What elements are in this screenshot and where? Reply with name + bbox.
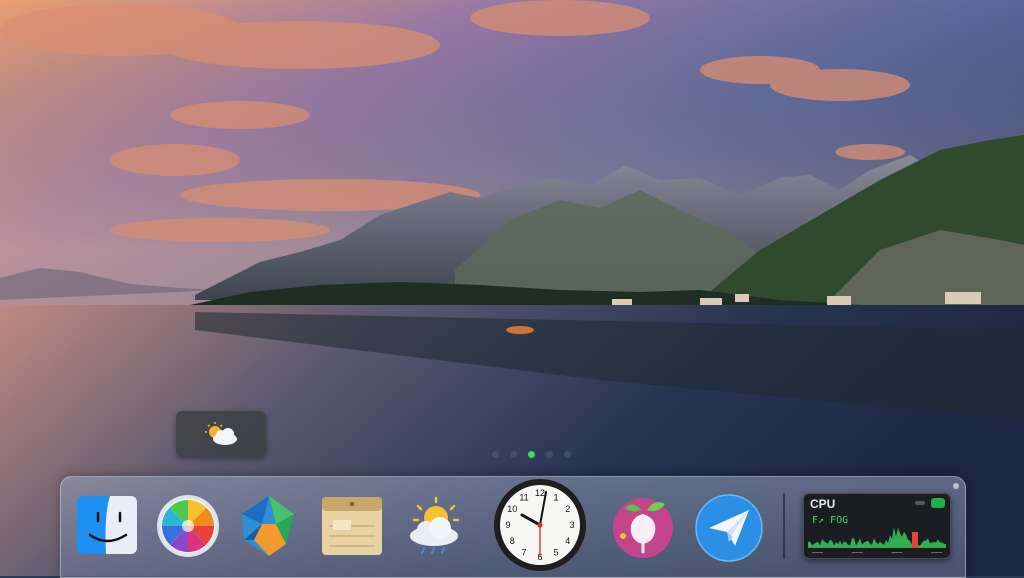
finder-icon — [77, 496, 137, 554]
partly-cloudy-icon — [205, 422, 237, 445]
clock-numeral: 2 — [565, 504, 570, 514]
dock-item-notes[interactable] — [321, 496, 383, 560]
cpu-footer-label: ——— — [851, 549, 863, 556]
dock-item-photos[interactable] — [156, 494, 220, 558]
weather-icon — [410, 496, 460, 554]
page-dot[interactable] — [564, 450, 571, 458]
clock-numeral: 4 — [565, 536, 570, 546]
clock-icon: 121234567891011 — [494, 479, 586, 571]
page-dot[interactable] — [546, 450, 553, 458]
gem-icon — [242, 496, 294, 556]
dock-item-gem-app[interactable] — [236, 494, 302, 558]
page-dot[interactable] — [510, 450, 517, 458]
clock-numeral: 3 — [569, 520, 574, 530]
clock-numeral: 7 — [521, 548, 526, 558]
color-wheel-icon — [157, 495, 219, 557]
clock-numeral: 5 — [553, 548, 558, 558]
cpu-footer-label: ——— — [931, 549, 942, 556]
dock-item-send-app[interactable] — [695, 494, 763, 562]
weather-widget[interactable] — [176, 411, 266, 457]
cpu-toggle-control[interactable] — [915, 501, 925, 505]
cpu-title: CPU — [810, 497, 836, 511]
cpu-footer: ——— ——— ——— ——— — [812, 549, 942, 556]
clock-numeral: 8 — [510, 536, 515, 546]
dock-separator — [783, 493, 785, 559]
paper-plane-icon — [695, 494, 763, 562]
dock-indicator-dot — [953, 483, 959, 489]
cpu-footer-label: ——— — [812, 549, 823, 556]
clock-numeral: 10 — [507, 504, 517, 514]
page-dot-active[interactable] — [528, 450, 535, 458]
fruit-icon — [613, 498, 673, 558]
page-dot[interactable] — [492, 450, 499, 458]
cpu-monitor-widget[interactable]: CPU F↗ FOG ——— ——— ——— ——— — [803, 493, 951, 559]
dock-item-clock[interactable]: 121234567891011 — [492, 477, 588, 573]
notepad-icon — [322, 497, 382, 555]
dock: 121234567891011 CPU — [60, 476, 966, 578]
cpu-status-icon[interactable] — [931, 498, 945, 508]
page-indicator[interactable] — [492, 448, 582, 460]
clock-numeral: 12 — [535, 488, 545, 498]
dock-item-weather[interactable] — [404, 494, 466, 558]
clock-numeral: 1 — [553, 492, 558, 502]
clock-numeral: 11 — [519, 492, 528, 502]
cpu-footer-label: ——— — [891, 549, 903, 556]
dock-item-fruit-app[interactable] — [611, 494, 675, 558]
cpu-usage-graph — [808, 527, 946, 548]
clock-numeral: 9 — [505, 520, 510, 530]
dock-item-finder[interactable] — [76, 495, 138, 559]
